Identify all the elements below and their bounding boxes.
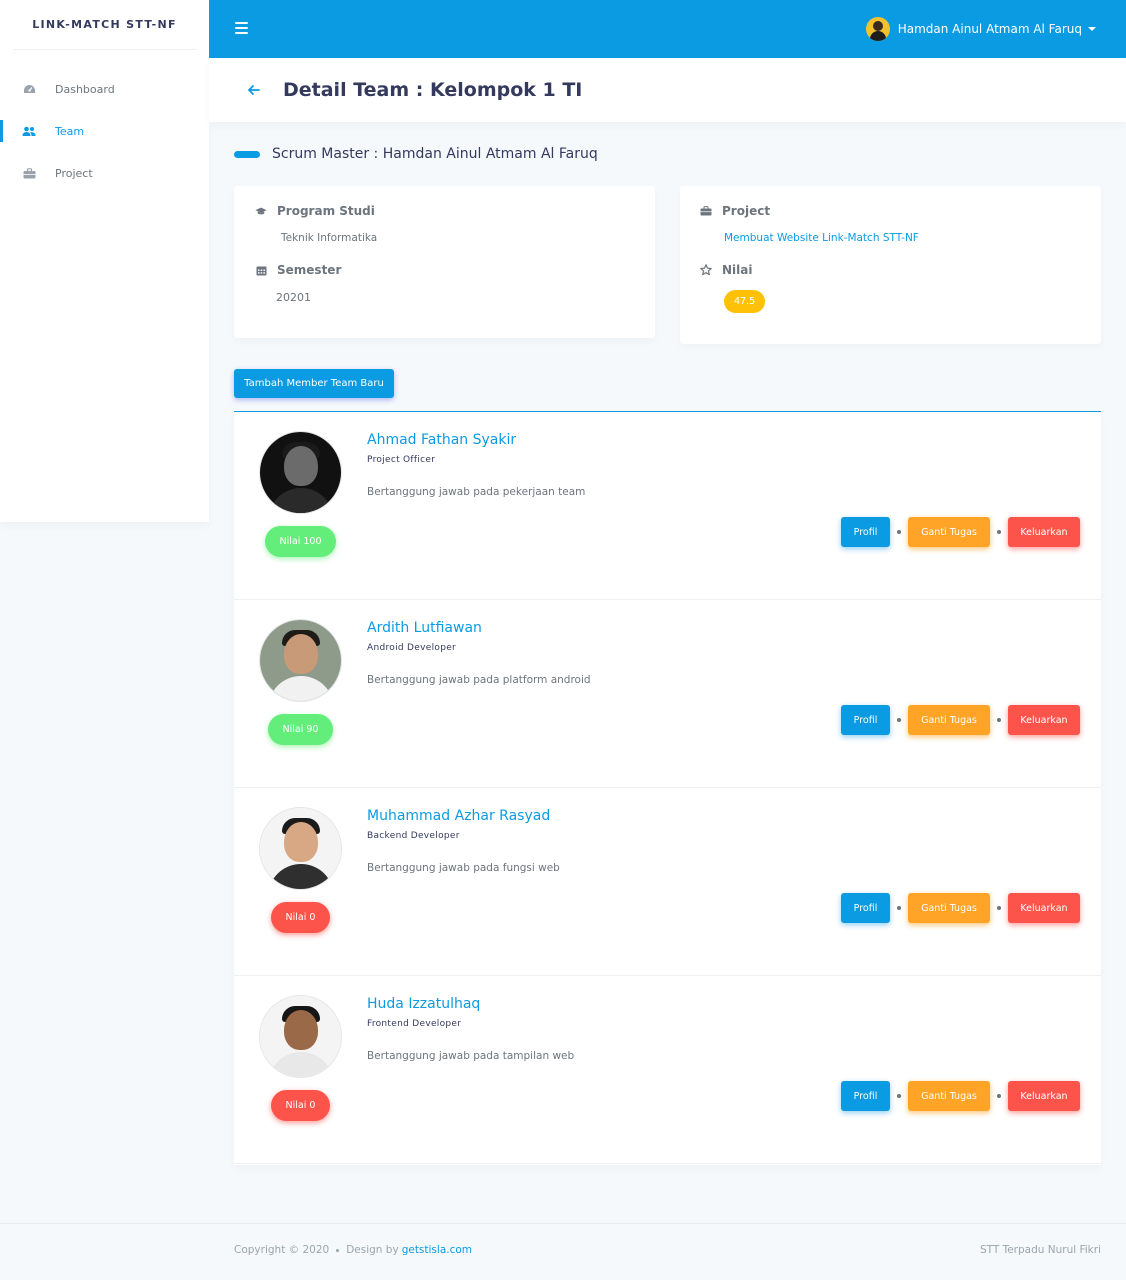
top-navbar: Hamdan Ainul Atmam Al Faruq	[209, 0, 1126, 58]
keluarkan-button[interactable]: Keluarkan	[1008, 705, 1080, 735]
sidebar-item-team[interactable]: Team	[0, 110, 209, 152]
program-studi-block: Program Studi Teknik Informatika	[255, 204, 377, 244]
briefcase-icon	[22, 167, 36, 179]
project-label: Project	[722, 204, 771, 218]
member-description: Bertanggung jawab pada platform android	[367, 674, 591, 686]
member-photo	[259, 431, 342, 514]
footer-copyright: Copyright © 2020 Design by getstisla.com	[234, 1244, 472, 1256]
program-studi-label: Program Studi	[277, 204, 375, 218]
separator-dot	[897, 906, 901, 910]
back-arrow-icon[interactable]	[247, 83, 261, 97]
list-item: Nilai 0 Huda Izzatulhaq Frontend Develop…	[234, 976, 1101, 1164]
avatar	[865, 17, 890, 41]
project-block: Project Membuat Website Link-Match STT-N…	[700, 204, 919, 244]
copyright-text: Copyright © 2020	[234, 1244, 330, 1256]
brand-logo[interactable]: LINK-MATCH STT-NF	[13, 0, 196, 50]
semester-value: 20201	[276, 291, 311, 304]
nilai-label: Nilai	[722, 263, 753, 277]
semester-label: Semester	[277, 263, 342, 277]
design-by-text: Design by	[346, 1244, 399, 1256]
member-name[interactable]: Huda Izzatulhaq	[367, 996, 480, 1012]
member-actions: Profil Ganti Tugas Keluarkan	[841, 1081, 1080, 1111]
sidebar-item-project[interactable]: Project	[0, 152, 209, 194]
member-description: Bertanggung jawab pada pekerjaan team	[367, 486, 586, 498]
member-name[interactable]: Ahmad Fathan Syakir	[367, 432, 516, 448]
member-actions: Profil Ganti Tugas Keluarkan	[841, 705, 1080, 735]
sidebar-item-label: Team	[55, 124, 85, 138]
member-role: Frontend Developer	[367, 1019, 462, 1029]
sidebar: LINK-MATCH STT-NF Dashboard Team Project	[0, 0, 209, 522]
member-nilai-badge: Nilai 100	[265, 526, 336, 557]
separator-dot	[897, 1094, 901, 1098]
separator-dot	[997, 718, 1001, 722]
ganti-tugas-button[interactable]: Ganti Tugas	[908, 1081, 990, 1111]
footer: Copyright © 2020 Design by getstisla.com…	[0, 1223, 1126, 1280]
keluarkan-button[interactable]: Keluarkan	[1008, 517, 1080, 547]
member-photo	[259, 807, 342, 890]
sidebar-item-label: Dashboard	[55, 82, 115, 96]
graduation-cap-icon	[255, 205, 267, 217]
list-item: Nilai 90 Ardith Lutfiawan Android Develo…	[234, 600, 1101, 788]
page-header: Detail Team : Kelompok 1 TI	[209, 58, 1126, 122]
calendar-icon	[255, 264, 267, 276]
member-name[interactable]: Ardith Lutfiawan	[367, 620, 482, 636]
semester-block: Semester 20201	[255, 263, 341, 304]
profil-button[interactable]: Profil	[841, 1081, 890, 1111]
hamburger-menu-icon[interactable]	[235, 22, 248, 34]
ganti-tugas-button[interactable]: Ganti Tugas	[908, 517, 990, 547]
users-icon	[22, 125, 36, 137]
member-list: Nilai 100 Ahmad Fathan Syakir Project Of…	[234, 411, 1101, 1165]
member-nilai-badge: Nilai 0	[271, 902, 330, 933]
team-info-card: Program Studi Teknik Informatika Semeste…	[234, 186, 655, 338]
list-item: Nilai 100 Ahmad Fathan Syakir Project Of…	[234, 412, 1101, 600]
member-nilai-badge: Nilai 0	[271, 1090, 330, 1121]
sidebar-item-label: Project	[55, 166, 93, 180]
nilai-badge: 47.5	[724, 290, 766, 313]
briefcase-icon	[700, 205, 712, 217]
keluarkan-button[interactable]: Keluarkan	[1008, 1081, 1080, 1111]
member-role: Backend Developer	[367, 831, 460, 841]
member-actions: Profil Ganti Tugas Keluarkan	[841, 517, 1080, 547]
profil-button[interactable]: Profil	[841, 517, 890, 547]
sidebar-menu: Dashboard Team Project	[0, 68, 209, 194]
separator-dot	[897, 530, 901, 534]
user-name: Hamdan Ainul Atmam Al Faruq	[897, 22, 1082, 36]
star-icon	[700, 264, 712, 276]
list-item: Nilai 0 Muhammad Azhar Rasyad Backend De…	[234, 788, 1101, 976]
scrum-master-text: Scrum Master : Hamdan Ainul Atmam Al Far…	[272, 146, 598, 162]
separator-dot	[997, 530, 1001, 534]
separator-dot	[336, 1248, 340, 1252]
keluarkan-button[interactable]: Keluarkan	[1008, 893, 1080, 923]
program-studi-value: Teknik Informatika	[281, 232, 378, 244]
page-title: Detail Team : Kelompok 1 TI	[283, 79, 583, 101]
profil-button[interactable]: Profil	[841, 893, 890, 923]
project-link[interactable]: Membuat Website Link-Match STT-NF	[724, 232, 919, 244]
user-dropdown[interactable]: Hamdan Ainul Atmam Al Faruq	[865, 17, 1096, 41]
ganti-tugas-button[interactable]: Ganti Tugas	[908, 705, 990, 735]
member-photo	[259, 619, 342, 702]
separator-dot	[897, 718, 901, 722]
design-link[interactable]: getstisla.com	[402, 1244, 472, 1256]
separator-dot	[997, 906, 1001, 910]
add-member-button[interactable]: Tambah Member Team Baru	[234, 369, 394, 398]
project-info-card: Project Membuat Website Link-Match STT-N…	[680, 186, 1101, 344]
dashboard-icon	[22, 83, 36, 95]
member-role: Android Developer	[367, 643, 457, 653]
scrum-master-title: Scrum Master : Hamdan Ainul Atmam Al Far…	[234, 146, 598, 162]
nilai-block: Nilai 47.5	[700, 263, 766, 313]
member-photo	[259, 995, 342, 1078]
member-description: Bertanggung jawab pada fungsi web	[367, 862, 560, 874]
member-nilai-badge: Nilai 90	[268, 714, 333, 745]
ganti-tugas-button[interactable]: Ganti Tugas	[908, 893, 990, 923]
member-description: Bertanggung jawab pada tampilan web	[367, 1050, 575, 1062]
chevron-down-icon	[1088, 27, 1096, 31]
profil-button[interactable]: Profil	[841, 705, 890, 735]
member-role: Project Officer	[367, 455, 436, 465]
footer-institution: STT Terpadu Nurul Fikri	[979, 1244, 1101, 1256]
section-title-bar	[234, 150, 260, 158]
member-name[interactable]: Muhammad Azhar Rasyad	[367, 808, 550, 824]
member-actions: Profil Ganti Tugas Keluarkan	[841, 893, 1080, 923]
separator-dot	[997, 1094, 1001, 1098]
sidebar-item-dashboard[interactable]: Dashboard	[0, 68, 209, 110]
